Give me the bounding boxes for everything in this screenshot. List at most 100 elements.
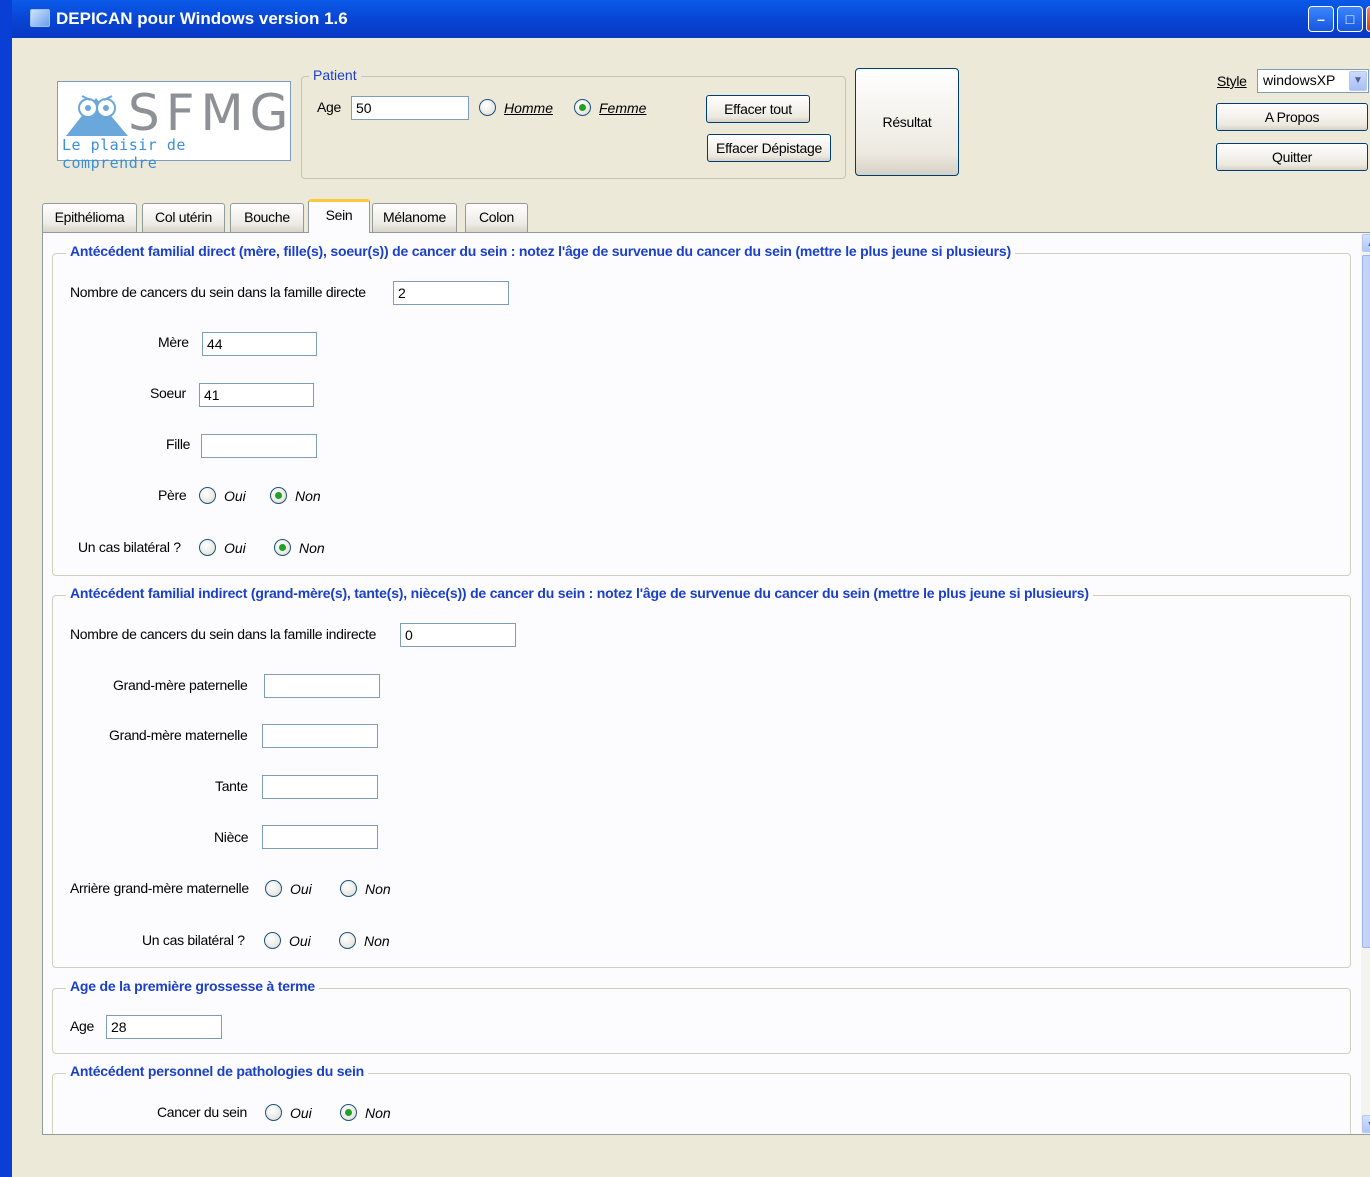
tab-sein[interactable]: Sein [308, 199, 370, 233]
tante-input[interactable] [262, 775, 378, 799]
indirect-legend: Antécédent familial indirect (grand-mère… [66, 585, 1093, 601]
quitter-button[interactable]: Quitter [1216, 143, 1368, 171]
style-select[interactable]: windowsXP ▼ [1257, 69, 1369, 93]
direct-count-label: Nombre de cancers du sein dans la famill… [70, 284, 366, 300]
indirect-bilateral-label: Un cas bilatéral ? [142, 932, 245, 948]
grossesse-legend: Age de la première grossesse à terme [66, 978, 319, 994]
effacer-depistage-button[interactable]: Effacer Dépistage [707, 134, 831, 162]
radio-label: Oui [224, 539, 246, 556]
owl-logo-icon [66, 95, 128, 136]
direct-bilateral-label: Un cas bilatéral ? [78, 539, 181, 555]
direct-family-section: Antécédent familial direct (mère, fille(… [52, 243, 1351, 576]
radio-label: Oui [289, 932, 311, 949]
arriere-gm-label: Arrière grand-mère maternelle [70, 880, 249, 896]
radio-circle-icon [199, 539, 216, 556]
app-icon [30, 9, 50, 27]
gm-maternelle-label: Grand-mère maternelle [109, 727, 248, 743]
niece-input[interactable] [262, 825, 378, 849]
vertical-scrollbar[interactable]: ▲ ▼ [1361, 233, 1370, 1134]
pere-oui-radio[interactable]: Oui [199, 487, 246, 504]
cancer-sein-non-radio[interactable]: Non [340, 1104, 391, 1121]
personnel-legend: Antécédent personnel de pathologies du s… [66, 1063, 368, 1079]
personnel-section: Antécédent personnel de pathologies du s… [52, 1063, 1351, 1134]
pere-non-radio[interactable]: Non [270, 487, 321, 504]
radio-circle-icon [199, 487, 216, 504]
radio-selected-icon [340, 1104, 357, 1121]
minimize-button[interactable]: – [1308, 6, 1334, 32]
fille-label: Fille [166, 436, 191, 452]
age-label: Age [317, 99, 342, 115]
logo-tagline: Le plaisir de comprendre [62, 136, 186, 172]
scrollable-content: Antécédent familial direct (mère, fille(… [43, 233, 1361, 1134]
client-area: SFMG Le plaisir de comprendre Patient Ag… [24, 38, 1370, 1177]
radio-selected-icon [270, 487, 287, 504]
scroll-down-arrow-icon[interactable]: ▼ [1362, 1115, 1370, 1133]
close-button[interactable]: × [1366, 6, 1370, 32]
radio-label: Non [299, 539, 325, 556]
indirect-count-label: Nombre de cancers du sein dans la famill… [70, 626, 377, 642]
sein-tab-panel: Antécédent familial direct (mère, fille(… [42, 232, 1370, 1135]
radio-circle-icon [265, 880, 282, 897]
gm-paternelle-input[interactable] [264, 674, 380, 698]
patient-legend: Patient [309, 67, 361, 83]
radio-circle-icon [265, 1104, 282, 1121]
arriere-gm-non-radio[interactable]: Non [340, 880, 391, 897]
direct-bilateral-non-radio[interactable]: Non [274, 539, 325, 556]
radio-label: Homme [504, 99, 554, 116]
maximize-button[interactable]: □ [1337, 6, 1363, 32]
radio-label: Femme [599, 99, 647, 116]
tab-colon[interactable]: Colon [465, 203, 528, 232]
application-window: DEPICAN pour Windows version 1.6 – □ × S… [0, 0, 1370, 1177]
title-bar[interactable]: DEPICAN pour Windows version 1.6 – □ × [12, 0, 1370, 38]
logo-brand: SFMG [128, 84, 295, 142]
window-title: DEPICAN pour Windows version 1.6 [56, 9, 348, 28]
indirect-bilateral-non-radio[interactable]: Non [339, 932, 390, 949]
grossesse-age-input[interactable]: 28 [106, 1015, 222, 1039]
soeur-label: Soeur [150, 385, 186, 401]
a-propos-button[interactable]: A Propos [1216, 103, 1368, 131]
sfmg-logo: SFMG Le plaisir de comprendre [57, 81, 295, 172]
indirect-family-section: Antécédent familial indirect (grand-mère… [52, 585, 1351, 968]
grossesse-section: Age de la première grossesse à terme Age… [52, 978, 1351, 1054]
direct-legend: Antécédent familial direct (mère, fille(… [66, 243, 1015, 259]
tab-epithelioma[interactable]: Epithélioma [42, 203, 137, 232]
tab-col-uterin[interactable]: Col utérin [142, 203, 225, 232]
radio-circle-icon [339, 932, 356, 949]
radio-label: Non [364, 932, 390, 949]
scrollbar-thumb[interactable] [1362, 255, 1370, 948]
style-label: Style [1217, 73, 1247, 89]
radio-label: Oui [290, 1104, 312, 1121]
gm-paternelle-label: Grand-mère paternelle [113, 677, 248, 693]
gm-maternelle-input[interactable] [262, 724, 378, 748]
tab-melanome[interactable]: Mélanome [372, 203, 457, 232]
mere-label: Mère [158, 334, 189, 350]
indirect-bilateral-oui-radio[interactable]: Oui [264, 932, 311, 949]
sex-femme-radio[interactable]: Femme [574, 99, 646, 116]
radio-label: Non [295, 487, 321, 504]
radio-circle-icon [340, 880, 357, 897]
fille-input[interactable] [201, 434, 317, 458]
radio-label: Non [365, 1104, 391, 1121]
cancer-sein-oui-radio[interactable]: Oui [265, 1104, 312, 1121]
age-input[interactable]: 50 [351, 96, 469, 120]
soeur-input[interactable]: 41 [199, 383, 314, 407]
radio-label: Oui [224, 487, 246, 504]
chevron-down-icon[interactable]: ▼ [1349, 71, 1367, 91]
scroll-up-arrow-icon[interactable]: ▲ [1362, 234, 1370, 252]
tab-bouche[interactable]: Bouche [230, 203, 304, 232]
radio-selected-icon [574, 99, 591, 116]
direct-count-input[interactable]: 2 [393, 281, 509, 305]
direct-bilateral-oui-radio[interactable]: Oui [199, 539, 246, 556]
indirect-count-input[interactable]: 0 [400, 623, 516, 647]
effacer-tout-button[interactable]: Effacer tout [706, 95, 810, 123]
grossesse-age-label: Age [70, 1018, 95, 1034]
sex-homme-radio[interactable]: Homme [479, 99, 553, 116]
radio-selected-icon [274, 539, 291, 556]
resultat-button[interactable]: Résultat [855, 68, 959, 176]
radio-circle-icon [264, 932, 281, 949]
arriere-gm-oui-radio[interactable]: Oui [265, 880, 312, 897]
tante-label: Tante [215, 778, 248, 794]
mere-input[interactable]: 44 [202, 332, 317, 356]
radio-label: Non [365, 880, 391, 897]
radio-label: Oui [290, 880, 312, 897]
